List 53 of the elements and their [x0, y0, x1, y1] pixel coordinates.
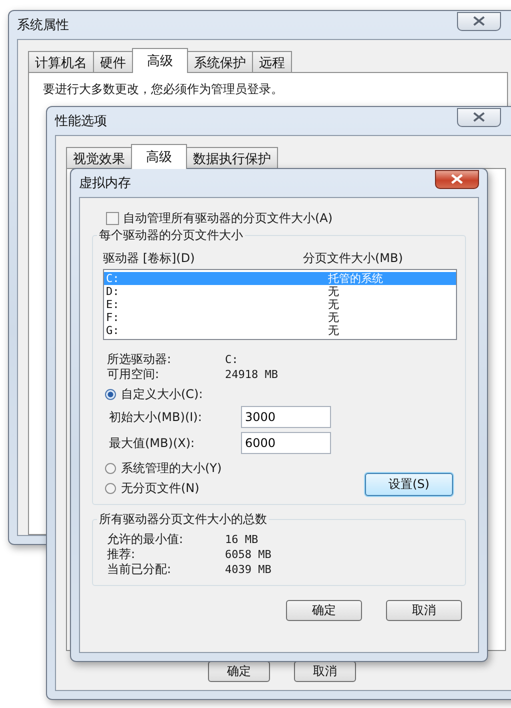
input-field[interactable]: 6000	[241, 432, 331, 454]
notice-text: 要进行大多数更改，您必须作为管理员登录。	[43, 82, 283, 96]
set-button[interactable]: 设置(S)	[365, 473, 453, 496]
drive-row[interactable]: D: 无	[104, 285, 456, 298]
info-label: 推荐:	[106, 547, 136, 562]
close-icon	[473, 16, 485, 26]
radio-label: 自定义大小(C):	[121, 386, 203, 402]
close-button[interactable]	[457, 12, 501, 30]
radio-button[interactable]	[105, 388, 116, 400]
info-label: 允许的最小值:	[106, 532, 184, 547]
window-title: 虚拟内存	[79, 175, 131, 192]
tab[interactable]: 视觉效果	[66, 147, 132, 168]
info-label: 可用空间:	[106, 367, 160, 382]
info-label: 所选驱动器:	[106, 352, 172, 367]
tab[interactable]: 远程	[252, 51, 292, 72]
column-header: 驱动器 [卷标](D)	[103, 250, 196, 267]
radio-button[interactable]	[105, 482, 116, 494]
field-label: 初始大小(MB)(I):	[108, 408, 203, 426]
dialog-button[interactable]: 取消	[294, 661, 356, 682]
tab[interactable]: 数据执行保护	[186, 147, 278, 168]
close-icon	[451, 174, 463, 184]
tab[interactable]: 高级	[132, 48, 188, 73]
info-value: C:	[225, 352, 238, 367]
drive-row[interactable]: E: 无	[104, 298, 456, 311]
radio-label: 无分页文件(N)	[121, 480, 200, 496]
info-value: 24918 MB	[225, 367, 278, 382]
drive-row[interactable]: F: 无	[104, 311, 456, 324]
drive-row[interactable]: G: 无	[104, 324, 456, 337]
dialog-button[interactable]: 取消	[386, 600, 462, 621]
tab[interactable]: 计算机名	[28, 51, 94, 72]
info-value: 16 MB	[225, 532, 258, 547]
column-header: 分页文件大小(MB)	[303, 250, 404, 267]
group-title: 所有驱动器分页文件大小的总数	[97, 511, 269, 528]
info-value: 4039 MB	[225, 562, 272, 577]
radio-button[interactable]	[105, 462, 116, 474]
radio-label: 系统管理的大小(Y)	[121, 460, 222, 476]
checkbox-label: 自动管理所有驱动器的分页文件大小(A)	[123, 210, 333, 227]
info-value: 6058 MB	[225, 547, 272, 562]
tab[interactable]: 高级	[131, 144, 187, 169]
close-button[interactable]	[435, 170, 479, 188]
checkbox[interactable]	[106, 212, 119, 225]
input-field[interactable]: 3000	[241, 406, 331, 428]
dialog-button[interactable]: 确定	[208, 661, 270, 682]
info-label: 当前已分配:	[106, 562, 172, 577]
window-title: 性能选项	[55, 113, 107, 130]
window-title: 系统属性	[17, 17, 69, 34]
group-title: 每个驱动器的分页文件大小	[97, 227, 245, 244]
field-label: 最大值(MB)(X):	[108, 434, 196, 452]
tab[interactable]: 硬件	[93, 51, 133, 72]
close-icon	[473, 112, 485, 122]
dialog-button[interactable]: 确定	[286, 600, 362, 621]
tab[interactable]: 系统保护	[187, 51, 253, 72]
close-button[interactable]	[457, 108, 501, 126]
